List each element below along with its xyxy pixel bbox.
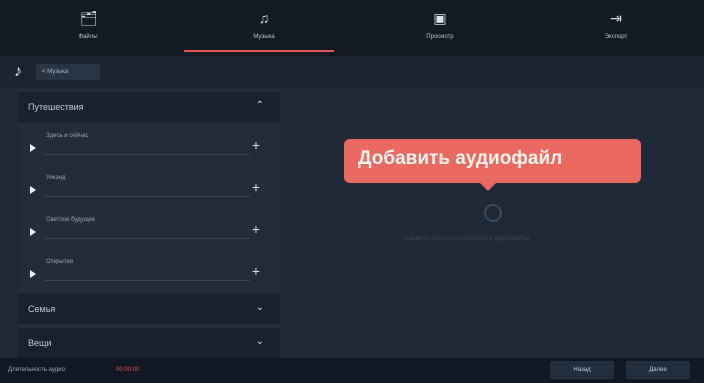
audio-duration-value: 00:00:00 [116,367,140,373]
add-track-icon[interactable]: + [252,138,260,152]
next-button[interactable]: Далее [626,361,690,379]
add-track-icon[interactable]: + [252,264,260,278]
track-item[interactable]: Светлое будущее + [30,214,270,244]
files-icon: 🗂 [80,10,98,26]
track-name: Здесь и сейчас [46,133,89,139]
track-divider [44,154,250,155]
section-header-travel[interactable]: Путешествия ⌃ [18,92,280,122]
breadcrumb-bar: ♪ < Музыка [0,56,704,88]
tab-music-label: Музыка [253,34,275,40]
music-icon: ♫ [258,10,270,26]
track-divider [44,238,250,239]
section-title: Семья [28,304,56,314]
tab-files-label: Файлы [78,34,98,40]
back-button[interactable]: Назад [550,361,614,379]
section-title: Путешествия [28,102,84,112]
tab-export-label: Экспорт [604,34,628,40]
track-item[interactable]: Здесь и сейчас + [30,130,270,160]
section-title: Вещи [28,338,52,348]
tab-files[interactable]: 🗂 Файлы [0,0,176,56]
add-track-icon[interactable]: + [252,180,260,194]
tab-music[interactable]: ♫ Музыка [176,0,352,56]
breadcrumb-label: < Музыка [42,69,69,75]
top-navigation: 🗂 Файлы ♫ Музыка ▣ Просмотр ⇥ Экспорт [0,0,704,56]
collapse-chevron-up-icon[interactable]: ⌃ [256,100,264,111]
track-name: Светлое будущее [46,217,96,223]
tab-export[interactable]: ⇥ Экспорт [528,0,704,56]
track-item[interactable]: Открытия + [30,256,270,286]
tab-preview-label: Просмотр [426,34,454,40]
play-icon[interactable] [30,186,36,194]
add-track-icon[interactable]: + [252,222,260,236]
track-divider [44,280,250,281]
play-icon[interactable] [30,144,36,152]
track-item[interactable]: Уикэнд + [30,172,270,202]
preview-icon: ▣ [433,10,447,26]
add-audio-tooltip: Добавить аудиофайл [344,139,641,191]
track-divider [44,196,250,197]
tooltip-caret [480,183,496,191]
expand-chevron-down-icon[interactable]: ⌄ [256,336,264,347]
play-icon[interactable] [30,270,36,278]
export-icon: ⇥ [610,10,622,26]
active-tab-underline [184,50,334,52]
add-audio-target-icon[interactable] [484,204,502,222]
next-button-label: Далее [649,367,667,373]
track-name: Уикэнд [46,175,66,181]
tooltip-text: Добавить аудиофайл [358,148,563,169]
drop-hint-text: Нажмите сюда или перетащите аудиофайлы [404,236,530,242]
expand-chevron-down-icon[interactable]: ⌄ [256,302,264,313]
bottom-bar: Длительность аудио: 00:00:00 Назад Далее [0,358,704,383]
track-name: Открытия [46,259,74,265]
breadcrumb-back-button[interactable]: < Музыка [36,64,100,80]
audio-duration-label: Длительность аудио: [8,367,67,373]
section-header-family[interactable]: Семья ⌄ [18,294,280,324]
tab-preview[interactable]: ▣ Просмотр [352,0,528,56]
play-icon[interactable] [30,228,36,236]
back-button-label: Назад [573,367,591,373]
music-library-sidebar: Путешествия ⌃ Здесь и сейчас + Уикэнд + … [18,90,280,358]
section-header-things[interactable]: Вещи ⌄ [18,328,280,358]
music-note-icon: ♪ [14,63,22,80]
